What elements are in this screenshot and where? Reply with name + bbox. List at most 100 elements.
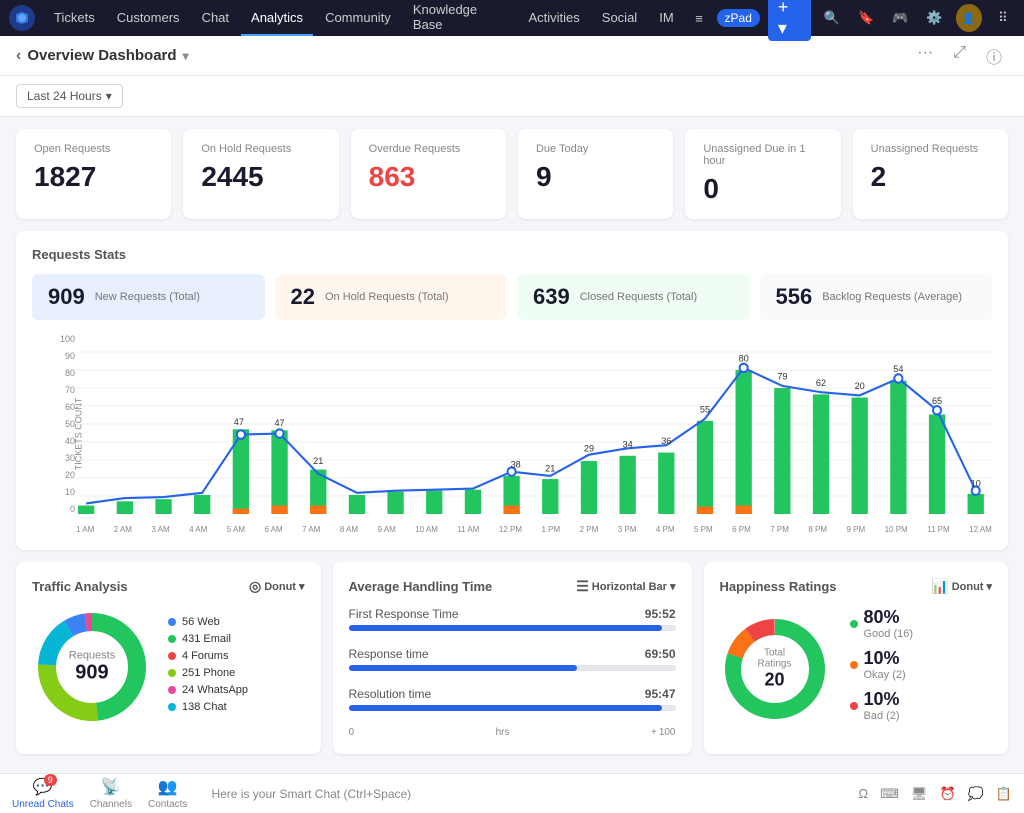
legend-item-chat: 138 Chat — [168, 701, 248, 713]
stat-unassigned-hour: Unassigned Due in 1 hour 0 — [685, 129, 840, 219]
bottom-icon-2[interactable]: ⌨ — [880, 786, 899, 802]
bottom-bar-icons: Ω ⌨ 🖥 ⏰ 💭 📋 — [858, 786, 1012, 802]
nav-social[interactable]: Social — [592, 0, 647, 36]
time-filter-button[interactable]: Last 24 Hours ▾ — [16, 84, 123, 108]
contacts-icon: 👥 — [158, 777, 178, 797]
bookmark-icon[interactable]: 🔖 — [853, 4, 879, 32]
nav-community[interactable]: Community — [315, 0, 401, 36]
handling-bar-bg-2 — [349, 705, 676, 711]
svg-text:55: 55 — [700, 404, 710, 414]
legend-dot-forums — [168, 652, 176, 660]
channels-button[interactable]: 📡 Channels — [90, 777, 132, 810]
contacts-button[interactable]: 👥 Contacts — [148, 777, 187, 810]
smart-chat-hint: Here is your Smart Chat (Ctrl+Space) — [211, 787, 411, 801]
svg-text:79: 79 — [777, 371, 787, 381]
legend-label-email: 431 Email — [182, 633, 231, 645]
bottom-icon-1[interactable]: Ω — [858, 786, 868, 801]
filter-bar: Last 24 Hours ▾ — [0, 76, 1024, 117]
back-button[interactable]: ‹ — [16, 47, 21, 65]
stat-label-3: Due Today — [536, 143, 655, 155]
stat-value-2: 863 — [369, 161, 488, 193]
tile-onhold: 22 On Hold Requests (Total) — [275, 274, 508, 320]
nav-analytics[interactable]: Analytics — [241, 0, 313, 36]
tile-label-1: On Hold Requests (Total) — [325, 291, 449, 303]
svg-text:10: 10 — [971, 478, 981, 488]
dropdown-chevron: ▾ — [299, 580, 305, 593]
gamepad-icon[interactable]: 🎮 — [887, 4, 913, 32]
handling-bar-0 — [349, 625, 663, 631]
search-icon[interactable]: 🔍 — [819, 4, 845, 32]
more-options-button[interactable]: ··· — [911, 42, 939, 70]
stat-value-1: 2445 — [201, 161, 320, 193]
donut-label: Requests — [69, 650, 115, 662]
subheader-actions: ··· ⤢ ⓘ — [911, 42, 1008, 70]
nav-tickets[interactable]: Tickets — [44, 0, 105, 36]
legend-dot-whatsapp — [168, 686, 176, 694]
expand-button[interactable]: ⤢ — [947, 42, 972, 70]
nav-chat[interactable]: Chat — [192, 0, 239, 36]
contacts-label: Contacts — [148, 799, 187, 810]
happiness-area: Total Ratings 20 80% Good (16) 10% Ok — [720, 607, 993, 730]
nav-plus-button[interactable]: + ▾ — [768, 0, 811, 41]
unread-chats-button[interactable]: 💬 9 Unread Chats — [12, 777, 74, 810]
traffic-donut: Requests 909 — [32, 607, 152, 727]
summary-tiles: 909 New Requests (Total) 22 On Hold Requ… — [32, 274, 992, 320]
svg-text:38: 38 — [511, 459, 521, 469]
stat-on-hold: On Hold Requests 2445 — [183, 129, 338, 219]
nav-more-icon[interactable]: ≡ — [686, 4, 713, 32]
stat-value-3: 9 — [536, 161, 655, 193]
happiness-chart-type[interactable]: 📊 Donut ▾ — [931, 578, 992, 595]
footer-unit: hrs — [496, 727, 510, 738]
tile-num-2: 639 — [533, 284, 570, 310]
legend-dot-chat — [168, 703, 176, 711]
info-button[interactable]: ⓘ — [980, 42, 1008, 70]
dropdown-chevron-handling: ▾ — [670, 580, 676, 593]
avatar[interactable]: 👤 — [956, 4, 982, 32]
apps-icon[interactable]: ⠿ — [990, 4, 1016, 32]
legend-item-web: 56 Web — [168, 616, 248, 628]
legend-dot-web — [168, 618, 176, 626]
dropdown-icon[interactable]: ▾ — [183, 49, 189, 63]
bottom-icon-4[interactable]: ⏰ — [939, 786, 955, 802]
handling-chart-type[interactable]: ☰ Horizontal Bar ▾ — [576, 578, 675, 595]
bottom-icon-6[interactable]: 📋 — [996, 786, 1012, 802]
y-axis-labels: 100 90 80 70 60 50 40 30 20 10 0 — [60, 334, 75, 514]
top-navigation: Tickets Customers Chat Analytics Communi… — [0, 0, 1024, 36]
tile-label-0: New Requests (Total) — [95, 291, 200, 303]
nav-right-actions: zPad + ▾ 🔍 🔖 🎮 ⚙️ 👤 ⠿ — [717, 0, 1016, 41]
workspace-label[interactable]: zPad — [717, 9, 760, 27]
tile-num-1: 22 — [291, 284, 315, 310]
nav-im[interactable]: IM — [649, 0, 683, 36]
handling-bar-2 — [349, 705, 663, 711]
happiness-card: Happiness Ratings 📊 Donut ▾ To — [704, 562, 1009, 754]
stats-row: Open Requests 1827 On Hold Requests 2445… — [0, 117, 1024, 231]
happiness-label-okay: Okay (2) — [864, 669, 906, 681]
legend-item-whatsapp: 24 WhatsApp — [168, 684, 248, 696]
happiness-donut-center: Total Ratings 20 — [747, 647, 802, 690]
happiness-donut: Total Ratings 20 — [720, 614, 830, 724]
nav-customers[interactable]: Customers — [107, 0, 190, 36]
bottom-icon-5[interactable]: 💭 — [968, 786, 984, 802]
bottom-icon-3[interactable]: 🖥 — [911, 786, 928, 802]
traffic-chart-type[interactable]: ◎ Donut ▾ — [249, 578, 305, 595]
nav-activities[interactable]: Activities — [518, 0, 589, 36]
legend-dot-phone — [168, 669, 176, 677]
nav-knowledge-base[interactable]: Knowledge Base — [403, 0, 517, 36]
happiness-title: Happiness Ratings 📊 Donut ▾ — [720, 578, 993, 595]
traffic-legend: 56 Web 431 Email 4 Forums 251 Phone 24 W… — [168, 616, 248, 718]
unread-chats-label: Unread Chats — [12, 799, 74, 810]
handling-title-text: Average Handling Time — [349, 579, 493, 594]
stat-due-today: Due Today 9 — [518, 129, 673, 219]
footer-left: 0 — [349, 727, 355, 738]
tile-closed: 639 Closed Requests (Total) — [517, 274, 750, 320]
handling-label-1: Response time — [349, 647, 429, 661]
handling-value-0: 95:52 — [645, 607, 676, 621]
channels-label: Channels — [90, 799, 132, 810]
stat-value-4: 0 — [703, 173, 822, 205]
happiness-legend: 80% Good (16) 10% Okay (2) 10% Bad (2) — [850, 607, 914, 730]
happiness-pct-good: 80% — [864, 607, 914, 628]
app-logo[interactable] — [8, 4, 36, 32]
footer-right: + 100 — [651, 727, 676, 738]
handling-row-0: First Response Time 95:52 — [349, 607, 676, 631]
settings-icon[interactable]: ⚙️ — [921, 4, 947, 32]
